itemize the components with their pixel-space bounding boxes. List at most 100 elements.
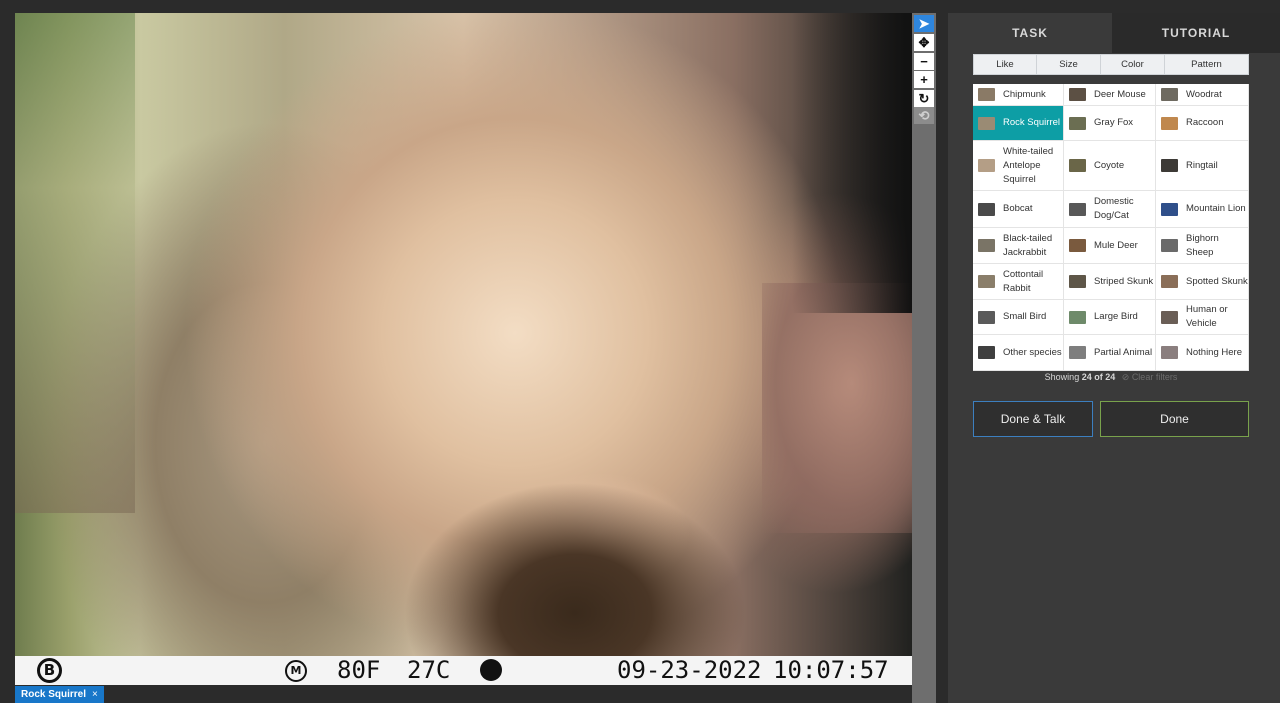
camera-info-strip: B M 80F 27C 09-23-2022 10:07:57 xyxy=(15,656,912,685)
species-thumbnail-icon xyxy=(978,310,995,324)
results-prefix: Showing xyxy=(1044,372,1080,382)
species-thumbnail-icon xyxy=(978,346,995,359)
species-label: White-tailed Antelope Squirrel xyxy=(1003,145,1054,185)
species-option-other-species[interactable]: Other species xyxy=(973,335,1064,371)
species-option-partial-animal[interactable]: Partial Animal xyxy=(1064,335,1156,371)
species-thumbnail-icon xyxy=(1069,239,1086,252)
species-label: Partial Animal xyxy=(1094,346,1153,358)
species-thumbnail-icon xyxy=(1069,202,1086,216)
species-label: Black-tailed Jackrabbit xyxy=(1003,232,1053,258)
species-option-human-or-vehicle[interactable]: Human or Vehicle xyxy=(1156,300,1249,335)
species-option-raccoon[interactable]: Raccoon xyxy=(1156,106,1249,141)
species-option-spotted-skunk[interactable]: Spotted Skunk xyxy=(1156,264,1249,300)
species-label: Chipmunk xyxy=(1003,88,1046,100)
zoom-in-icon[interactable]: + xyxy=(914,71,934,88)
species-option-woodrat[interactable]: Woodrat xyxy=(1156,84,1249,106)
species-option-black-tailed-jackrabbit[interactable]: Black-tailed Jackrabbit xyxy=(973,228,1064,264)
species-thumbnail-icon xyxy=(1161,239,1178,252)
species-thumbnail-icon xyxy=(1161,202,1178,216)
species-thumbnail-icon xyxy=(1069,159,1086,172)
species-option-coyote[interactable]: Coyote xyxy=(1064,141,1156,191)
species-row: Small Bird Large Bird Human or Vehicle xyxy=(973,300,1249,335)
species-option-mountain-lion[interactable]: Mountain Lion xyxy=(1156,191,1249,228)
species-option-bobcat[interactable]: Bobcat xyxy=(973,191,1064,228)
species-option-white-tailed-antelope-squirrel[interactable]: White-tailed Antelope Squirrel xyxy=(973,141,1064,191)
species-option-gray-fox[interactable]: Gray Fox xyxy=(1064,106,1156,141)
species-thumbnail-icon xyxy=(1069,310,1086,324)
image-viewer[interactable]: B M 80F 27C 09-23-2022 10:07:57 xyxy=(15,13,912,685)
species-thumbnail-icon xyxy=(978,88,995,101)
filter-like[interactable]: Like xyxy=(973,54,1037,75)
filter-size[interactable]: Size xyxy=(1036,54,1101,75)
filter-pattern[interactable]: Pattern xyxy=(1164,54,1249,75)
clear-filters-link[interactable]: ⊘ Clear filters xyxy=(1122,372,1178,382)
selection-tag[interactable]: Rock Squirrel × xyxy=(15,686,104,703)
species-label: Striped Skunk xyxy=(1094,275,1154,287)
species-thumbnail-icon xyxy=(1069,116,1086,130)
species-thumbnail-icon xyxy=(1161,275,1178,288)
species-label: Other species xyxy=(1003,346,1062,358)
filter-color[interactable]: Color xyxy=(1100,54,1165,75)
rotate-icon[interactable]: ↻ xyxy=(914,90,934,107)
species-thumbnail-icon xyxy=(1161,88,1178,101)
species-label: Large Bird xyxy=(1094,311,1138,322)
species-option-striped-skunk[interactable]: Striped Skunk xyxy=(1064,264,1156,300)
species-label: Deer Mouse xyxy=(1094,88,1146,100)
reset-icon[interactable]: ⟲ xyxy=(914,107,934,124)
species-row: Black-tailed Jackrabbit Mule Deer Bighorn … xyxy=(973,228,1249,264)
species-row: Cottontail Rabbit Striped Skunk Spotted Sk… xyxy=(973,264,1249,300)
species-option-cottontail-rabbit[interactable]: Cottontail Rabbit xyxy=(973,264,1064,300)
species-option-deer-mouse[interactable]: Deer Mouse xyxy=(1064,84,1156,106)
species-label: Mule Deer xyxy=(1094,239,1138,251)
species-option-small-bird[interactable]: Small Bird xyxy=(973,300,1064,335)
zoom-out-icon[interactable]: − xyxy=(914,53,934,70)
moon-phase-icon: M xyxy=(285,660,307,682)
species-label: Spotted Skunk xyxy=(1186,275,1248,287)
species-thumbnail-icon xyxy=(978,275,995,288)
species-option-nothing-here[interactable]: Nothing Here xyxy=(1156,335,1249,371)
species-label: Gray Fox xyxy=(1094,117,1134,128)
species-option-bighorn-sheep[interactable]: Bighorn Sheep xyxy=(1156,228,1249,264)
species-row: Bobcat Domestic Dog/Cat Mountain Lion xyxy=(973,191,1249,228)
capture-time: 10:07:57 xyxy=(773,656,889,684)
results-count-value: 24 of 24 xyxy=(1081,372,1116,382)
temperature-c: 27C xyxy=(407,656,451,684)
species-label: Ringtail xyxy=(1186,159,1218,171)
species-option-ringtail[interactable]: Ringtail xyxy=(1156,141,1249,191)
camera-brand-logo: B xyxy=(37,658,62,683)
done-and-talk-button[interactable]: Done & Talk xyxy=(973,401,1093,437)
move-icon[interactable]: ✥ xyxy=(914,34,934,51)
rock-background xyxy=(762,283,912,533)
viewer-toolbar: ➤ ✥ − + ↻ ⟲ xyxy=(912,13,936,703)
species-option-domestic-dog-cat[interactable]: Domestic Dog/Cat xyxy=(1064,191,1156,228)
panel-tabs: TASK TUTORIAL xyxy=(948,13,1280,53)
species-label: Mountain Lion xyxy=(1186,203,1246,214)
species-label: Nothing Here xyxy=(1186,346,1242,358)
shadow-background xyxy=(792,13,912,313)
species-thumbnail-icon xyxy=(978,159,995,172)
species-option-rock-squirrel[interactable]: Rock Squirrel xyxy=(973,106,1064,141)
species-thumbnail-icon xyxy=(1161,116,1178,130)
tab-task[interactable]: TASK xyxy=(948,13,1112,53)
pointer-icon[interactable]: ➤ xyxy=(914,15,934,32)
results-count: Showing 24 of 24 ⊘ Clear filters xyxy=(973,372,1249,386)
species-row: Other species Partial Animal Nothing Here xyxy=(973,335,1249,371)
remove-tag-icon[interactable]: × xyxy=(92,689,98,700)
tab-tutorial[interactable]: TUTORIAL xyxy=(1112,13,1280,53)
species-thumbnail-icon xyxy=(1069,88,1086,101)
species-option-chipmunk[interactable]: Chipmunk xyxy=(973,84,1064,106)
species-thumbnail-icon xyxy=(1161,310,1178,324)
capture-date: 09-23-2022 xyxy=(617,656,762,684)
species-row: Chipmunk Deer Mouse Woodrat xyxy=(973,84,1249,106)
species-option-mule-deer[interactable]: Mule Deer xyxy=(1064,228,1156,264)
classification-panel: TASK TUTORIAL Like Size Color Pattern Chipm… xyxy=(948,13,1280,703)
species-option-large-bird[interactable]: Large Bird xyxy=(1064,300,1156,335)
species-grid: Chipmunk Deer Mouse Woodrat Rock Squirrel Gr… xyxy=(973,84,1249,371)
species-label: Cottontail Rabbit xyxy=(1003,268,1044,294)
species-thumbnail-icon xyxy=(1069,346,1086,359)
temperature-f: 80F xyxy=(337,656,381,684)
trail-camera-photo xyxy=(15,13,912,656)
species-label: Coyote xyxy=(1094,159,1125,171)
done-button[interactable]: Done xyxy=(1100,401,1249,437)
clear-filters-label: Clear filters xyxy=(1131,372,1178,382)
